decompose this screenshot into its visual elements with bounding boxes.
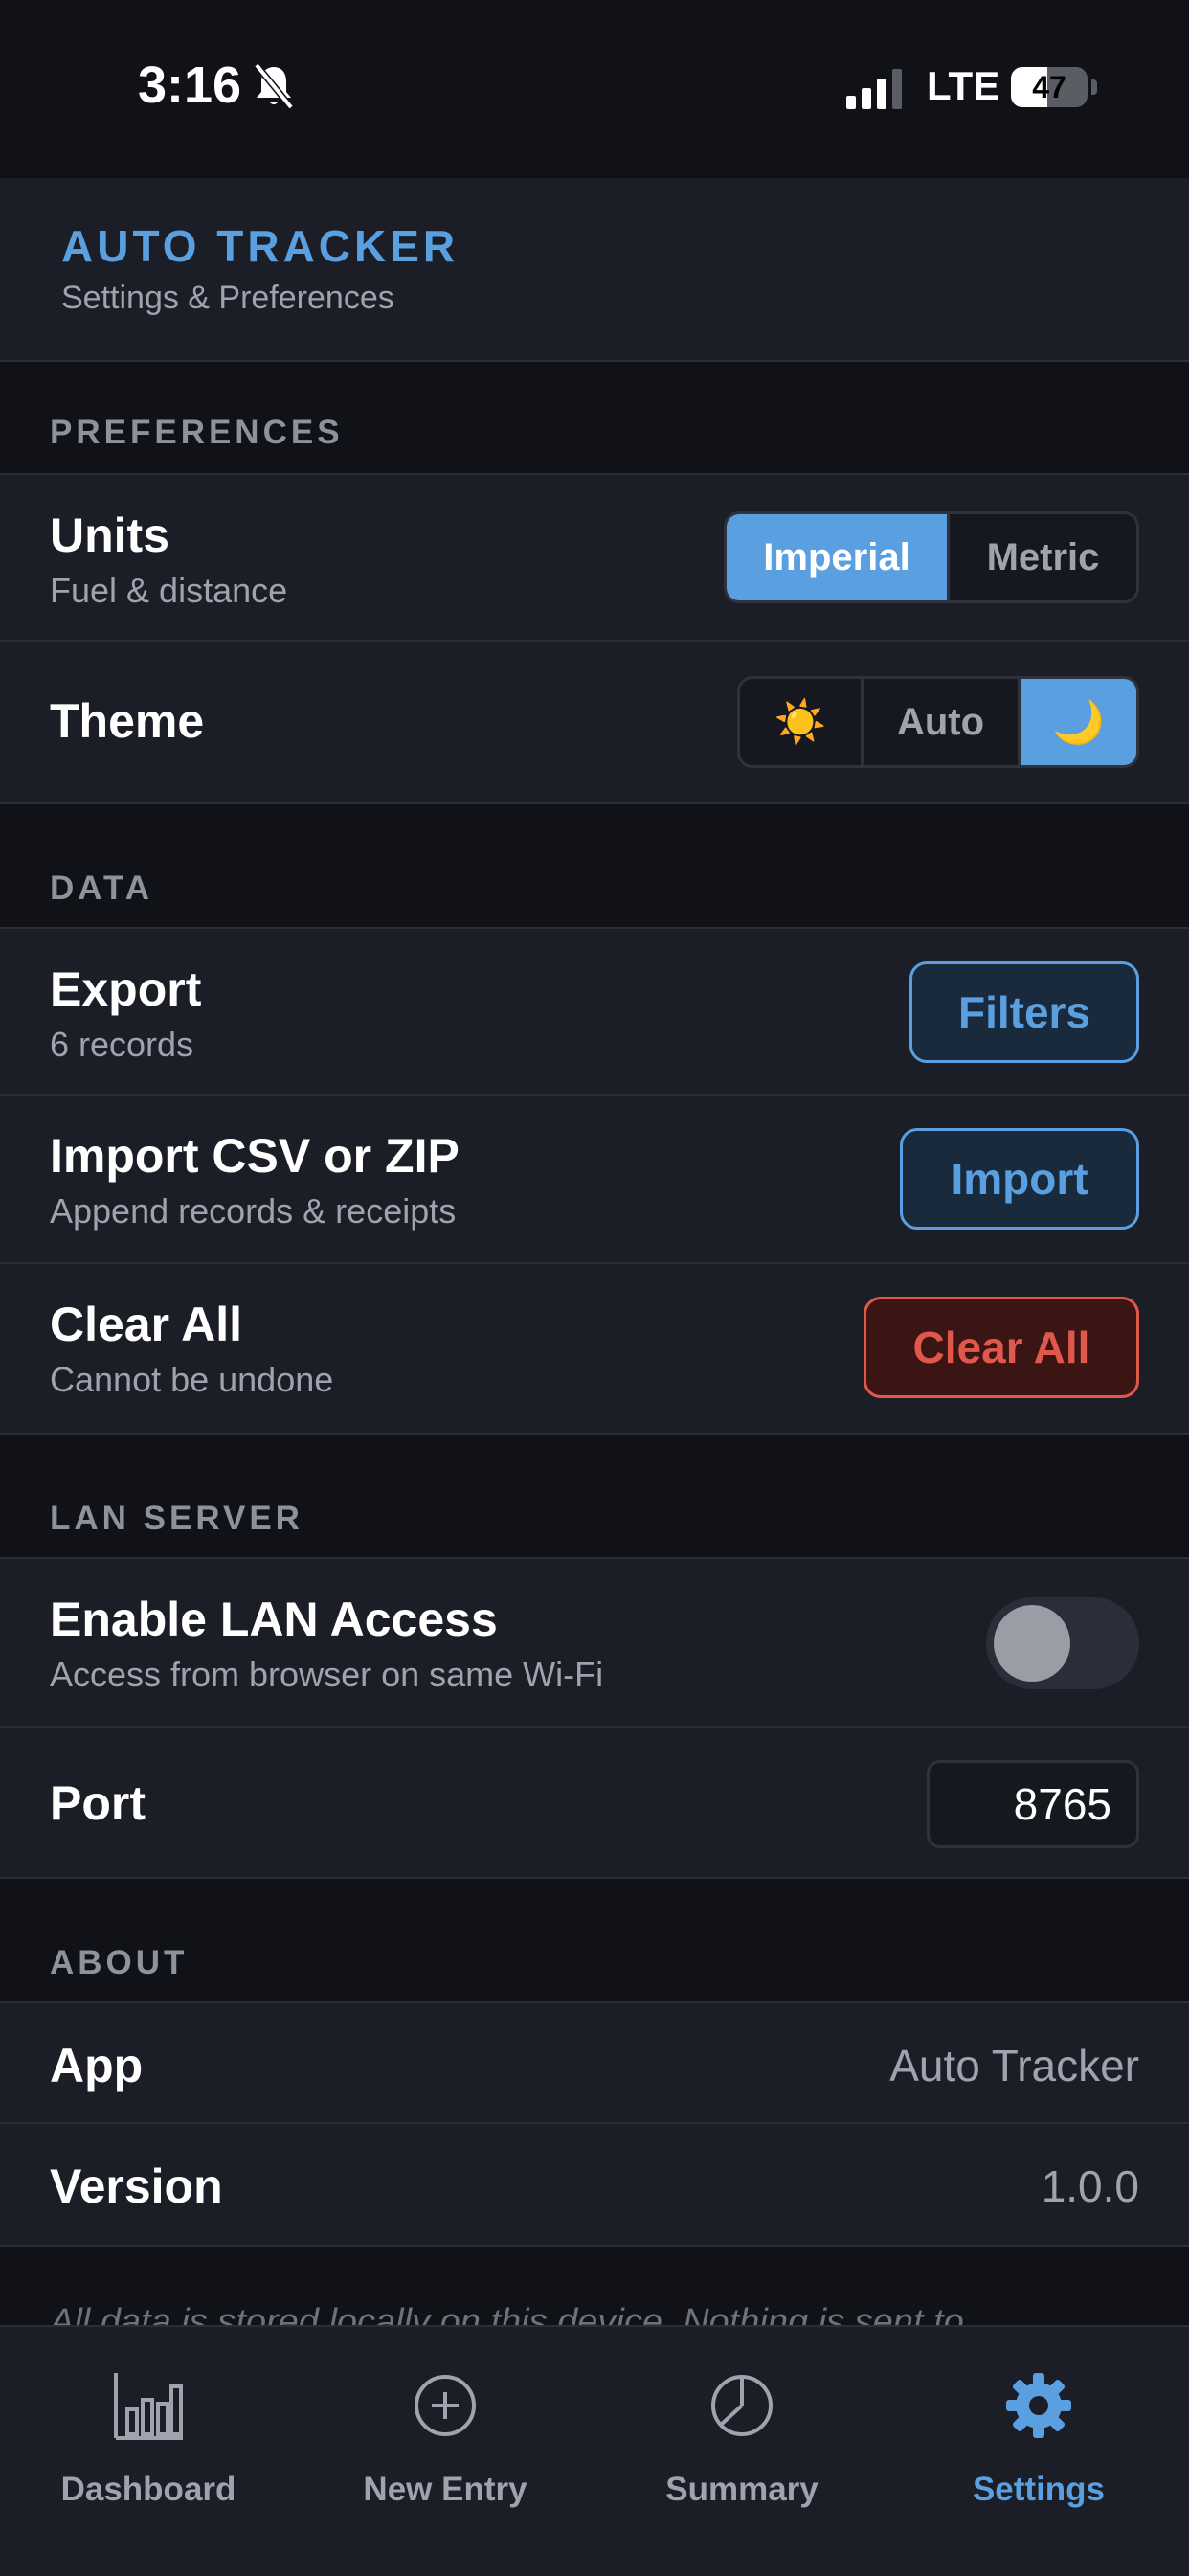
units-subtitle: Fuel & distance	[50, 571, 288, 610]
export-title: Export	[50, 962, 202, 1016]
clear-all-title: Clear All	[50, 1298, 243, 1351]
section-label-data: DATA	[50, 870, 154, 907]
clear-all-subtitle: Cannot be undone	[50, 1360, 334, 1399]
tab-dashboard-label: Dashboard	[60, 2471, 236, 2508]
app-row: App Auto Tracker	[0, 2001, 1189, 2124]
tab-new-entry[interactable]: New Entry	[297, 2327, 594, 2576]
version-row: Version 1.0.0	[0, 2124, 1189, 2247]
port-row: Port 8765	[0, 1728, 1189, 1879]
version-label: Version	[50, 2159, 223, 2213]
battery-cap	[1091, 79, 1097, 95]
signal-icon	[846, 69, 902, 109]
theme-row: Theme ☀️ Auto 🌙	[0, 642, 1189, 804]
tab-bar: Dashboard New Entry Summary Settings	[0, 2325, 1189, 2576]
status-bar: 3:16 LTE 47	[0, 0, 1189, 178]
tab-dashboard[interactable]: Dashboard	[0, 2327, 297, 2576]
section-label-about: ABOUT	[50, 1944, 189, 1981]
lan-access-toggle[interactable]	[986, 1597, 1139, 1689]
sun-icon: ☀️	[774, 699, 827, 746]
lan-access-row: Enable LAN Access Access from browser on…	[0, 1557, 1189, 1728]
network-label: LTE	[927, 63, 1000, 108]
units-title: Units	[50, 508, 169, 562]
moon-icon: 🌙	[1052, 699, 1105, 746]
toggle-knob	[994, 1605, 1070, 1682]
export-subtitle: 6 records	[50, 1025, 194, 1064]
gear-icon	[1006, 2373, 1071, 2438]
port-title: Port	[50, 1776, 146, 1830]
app-title: AUTO TRACKER	[61, 221, 460, 271]
units-segmented-control: Imperial Metric	[724, 511, 1139, 603]
theme-segmented-control: ☀️ Auto 🌙	[737, 676, 1139, 768]
lan-access-title: Enable LAN Access	[50, 1593, 498, 1646]
theme-auto-option[interactable]: Auto	[861, 679, 1018, 765]
import-title: Import CSV or ZIP	[50, 1129, 460, 1183]
status-time: 3:16	[138, 56, 242, 114]
bell-muted-icon	[254, 62, 294, 110]
import-row: Import CSV or ZIP Append records & recei…	[0, 1096, 1189, 1264]
battery-percent: 47	[1032, 70, 1066, 104]
version-value: 1.0.0	[1041, 2161, 1139, 2211]
tab-settings-label: Settings	[972, 2471, 1106, 2508]
pie-chart-icon	[711, 2375, 773, 2436]
units-option-metric[interactable]: Metric	[947, 514, 1136, 600]
tab-settings[interactable]: Settings	[890, 2327, 1187, 2576]
lan-access-subtitle: Access from browser on same Wi-Fi	[50, 1655, 604, 1694]
clear-all-row: Clear All Cannot be undone Clear All	[0, 1264, 1189, 1435]
import-subtitle: Append records & receipts	[50, 1191, 457, 1231]
section-label-lan-server: LAN SERVER	[50, 1500, 303, 1537]
theme-dark-option[interactable]: 🌙	[1018, 679, 1136, 765]
plus-circle-icon	[415, 2375, 476, 2436]
tab-new-entry-label: New Entry	[363, 2471, 527, 2508]
app-label: App	[50, 2039, 144, 2092]
units-option-imperial[interactable]: Imperial	[727, 514, 947, 600]
export-row: Export 6 records Filters	[0, 927, 1189, 1096]
app-header: AUTO TRACKER Settings & Preferences	[0, 178, 1189, 362]
units-row: Units Fuel & distance Imperial Metric	[0, 473, 1189, 642]
tab-summary[interactable]: Summary	[594, 2327, 890, 2576]
section-label-preferences: PREFERENCES	[50, 414, 344, 451]
import-button[interactable]: Import	[900, 1128, 1139, 1230]
app-value: Auto Tracker	[889, 2041, 1139, 2090]
theme-title: Theme	[50, 694, 205, 748]
port-input[interactable]: 8765	[927, 1760, 1139, 1848]
theme-light-option[interactable]: ☀️	[740, 679, 861, 765]
battery-icon: 47	[1011, 67, 1088, 107]
clear-all-button[interactable]: Clear All	[864, 1297, 1139, 1398]
filters-button[interactable]: Filters	[909, 961, 1139, 1063]
tab-summary-label: Summary	[665, 2471, 819, 2508]
app-subtitle: Settings & Preferences	[61, 280, 394, 316]
bar-chart-icon	[114, 2373, 183, 2440]
